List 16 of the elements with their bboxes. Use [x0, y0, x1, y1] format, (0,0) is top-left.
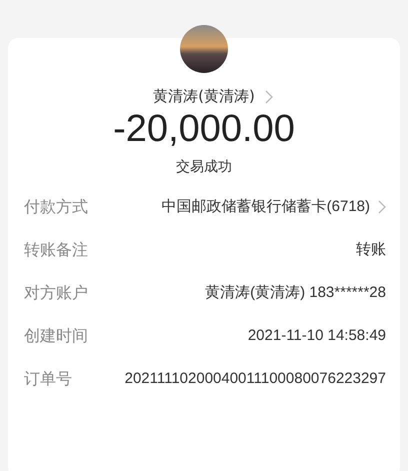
- avatar-photo-placeholder: [180, 25, 228, 73]
- chevron-right-icon[interactable]: [264, 90, 273, 104]
- detail-value: 转账: [355, 240, 386, 260]
- detail-value: 黄清涛(黄清涛) 183******28: [204, 283, 386, 303]
- detail-label: 订单号: [24, 368, 73, 390]
- detail-label: 转账备注: [24, 239, 89, 261]
- chevron-right-icon[interactable]: [378, 200, 386, 214]
- detail-value: 20211110200040011100080076223297: [124, 369, 386, 389]
- amount: -20,000.00: [113, 107, 295, 152]
- detail-label: 对方账户: [24, 282, 89, 304]
- payee-name[interactable]: 黄清涛(黄清涛): [153, 87, 255, 106]
- transaction-status: 交易成功: [176, 158, 232, 176]
- detail-value[interactable]: 中国邮政储蓄银行储蓄卡(6718): [116, 196, 378, 218]
- detail-value: 2021-11-10 14:58:49: [246, 326, 386, 346]
- detail-label: 创建时间: [24, 325, 89, 347]
- detail-label: 付款方式: [24, 196, 89, 218]
